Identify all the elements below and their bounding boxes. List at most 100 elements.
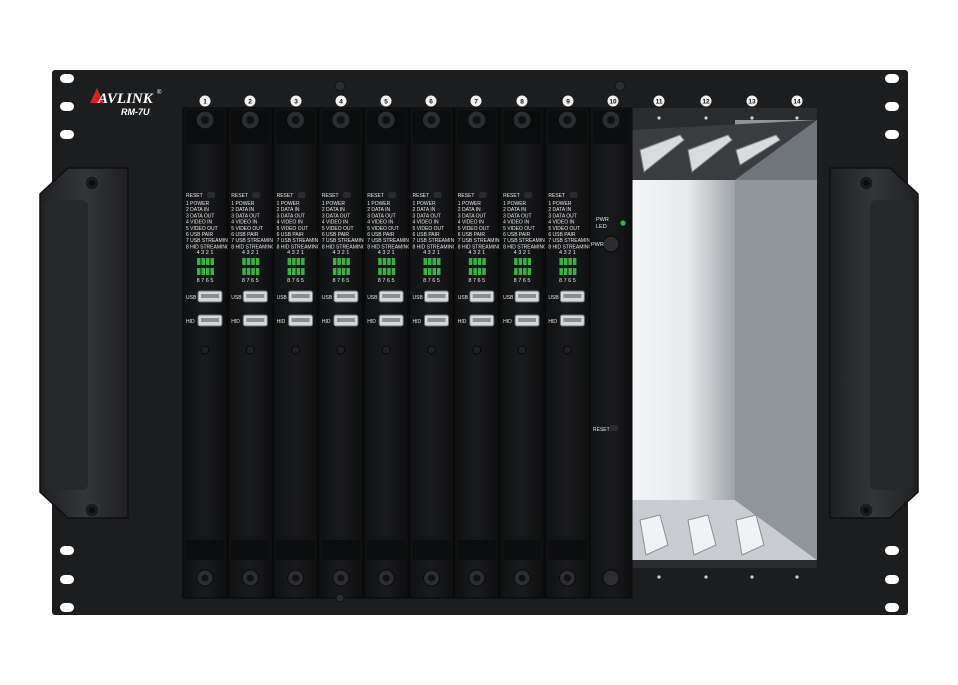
- card-legend-line: 2 DATA IN: [186, 207, 209, 213]
- slot-number-text: 13: [748, 99, 756, 106]
- card-legend-line: 3 DATA OUT: [231, 213, 259, 219]
- card-slot-2: RESET 1 POWER2 DATA IN3 DATA OUT4 VIDEO I…: [227, 107, 277, 599]
- screw-head: [382, 116, 391, 124]
- card-legend-line: 6 USB PAIR: [548, 232, 576, 238]
- card-legend-line: 1 POWER: [413, 201, 436, 207]
- card-legend-line: 3 DATA OUT: [277, 213, 305, 219]
- hid-port-tongue: [291, 318, 310, 322]
- card-legend-line: 2 DATA IN: [548, 207, 571, 213]
- card-legend-line: 4 VIDEO IN: [503, 220, 530, 226]
- status-led: [346, 258, 350, 265]
- card-reset-button[interactable]: [478, 192, 487, 198]
- status-led: [296, 258, 301, 265]
- status-led: [382, 258, 387, 265]
- screw-head: [473, 574, 481, 582]
- usb-port-tongue: [472, 294, 491, 298]
- status-led: [477, 258, 482, 265]
- hid-port-tongue: [563, 318, 582, 322]
- screw-head: [337, 574, 345, 582]
- led-top-label: 4 3 2 1: [242, 250, 259, 256]
- card-reset-button[interactable]: [388, 192, 397, 198]
- status-led: [210, 258, 214, 265]
- card-reset-label: RESET: [367, 193, 384, 199]
- slot-number-text: 11: [656, 99, 663, 106]
- left-handle[interactable]: [39, 167, 129, 519]
- slot-number-4: 4: [335, 95, 347, 107]
- card-legend-line: 7 USB STREAMING: [186, 238, 232, 244]
- card-reset-label: RESET: [503, 193, 520, 199]
- status-led: [423, 258, 427, 265]
- led-bottom-label: 8 7 6 5: [423, 278, 440, 284]
- screw-head: [382, 574, 390, 582]
- led-top-label: 4 3 2 1: [287, 250, 304, 256]
- card-legend-line: 6 USB PAIR: [322, 232, 350, 238]
- card-reset-button[interactable]: [569, 192, 578, 198]
- status-led: [473, 258, 477, 265]
- power-controller-card: PWR LED PWR RESET: [589, 107, 633, 599]
- card-legend-line: 7 USB STREAMING: [548, 238, 594, 244]
- card-legend-line: 7 USB STREAMING: [413, 238, 459, 244]
- status-led: [432, 258, 436, 265]
- card-legend-line: 6 USB PAIR: [413, 232, 441, 238]
- status-led: [292, 268, 296, 275]
- status-led: [292, 258, 296, 265]
- status-led: [206, 258, 210, 265]
- slot-number-text: 3: [294, 99, 298, 106]
- card-bottom-bracket: [231, 540, 270, 560]
- usb-port-label: USB: [277, 295, 288, 301]
- card-legend-line: 7 USB STREAMING: [322, 238, 368, 244]
- pwr-led-indicator: [620, 220, 626, 226]
- led-bottom-label: 8 7 6 5: [197, 278, 214, 284]
- led-bottom-label: 8 7 6 5: [559, 278, 576, 284]
- screw-head: [563, 116, 572, 124]
- card-reset-label: RESET: [186, 193, 203, 199]
- status-led: [391, 268, 396, 275]
- card-reset-button[interactable]: [342, 192, 351, 198]
- screw-head: [518, 116, 527, 124]
- status-led: [206, 268, 210, 275]
- card-reset-button[interactable]: [524, 192, 533, 198]
- card-legend-line: 5 VIDEO OUT: [413, 226, 445, 232]
- usb-port-tongue: [201, 294, 219, 298]
- usb-port-tongue: [518, 294, 537, 298]
- card-legend-line: 7 USB STREAMING: [367, 238, 413, 244]
- status-led: [572, 268, 577, 275]
- hid-port-label: HID: [503, 319, 512, 325]
- card-reset-button[interactable]: [297, 192, 306, 198]
- card-reset-label: RESET: [231, 193, 248, 199]
- slot-number-10: 10: [607, 95, 619, 107]
- card-legend-line: 2 DATA IN: [231, 207, 254, 213]
- status-led: [378, 268, 382, 275]
- card-reset-button[interactable]: [207, 192, 215, 198]
- card-slot-1: RESET 1 POWER2 DATA IN3 DATA OUT4 VIDEO I…: [182, 107, 232, 599]
- led-top-label: 4 3 2 1: [332, 250, 349, 256]
- card-slot-7: RESET 1 POWER2 DATA IN3 DATA OUT4 VIDEO I…: [454, 107, 503, 599]
- power-button[interactable]: [602, 235, 620, 253]
- card-reset-label: RESET: [458, 193, 475, 199]
- status-led: [197, 268, 201, 275]
- controller-reset-button[interactable]: [610, 425, 618, 431]
- card-reset-button[interactable]: [433, 192, 442, 198]
- card-reset-button[interactable]: [252, 192, 261, 198]
- slot-number-text: 6: [429, 99, 433, 106]
- slot-number-text: 9: [566, 99, 570, 106]
- card-legend-line: 3 DATA OUT: [186, 213, 214, 219]
- led-top-label: 4 3 2 1: [197, 250, 214, 256]
- card-slot-9: RESET 1 POWER2 DATA IN3 DATA OUT4 VIDEO I…: [544, 107, 594, 599]
- slot-number-text: 2: [248, 99, 252, 106]
- status-led: [210, 268, 214, 275]
- card-legend-line: 5 VIDEO OUT: [322, 226, 354, 232]
- usb-port-tongue: [563, 294, 582, 298]
- card-legend-line: 4 VIDEO IN: [413, 220, 440, 226]
- card-legend-line: 7 USB STREAMING: [277, 238, 323, 244]
- card-thumbscrew-bottom[interactable]: [602, 569, 620, 587]
- screw-head: [428, 574, 435, 582]
- card-legend-line: 6 USB PAIR: [186, 232, 214, 238]
- card-bottom-bracket: [367, 540, 406, 560]
- card-mount-screw: [381, 345, 391, 355]
- status-led: [382, 268, 387, 275]
- status-led: [246, 258, 251, 265]
- right-handle[interactable]: [829, 167, 919, 519]
- card-bottom-bracket: [548, 540, 587, 560]
- card-reset-label: RESET: [413, 193, 430, 199]
